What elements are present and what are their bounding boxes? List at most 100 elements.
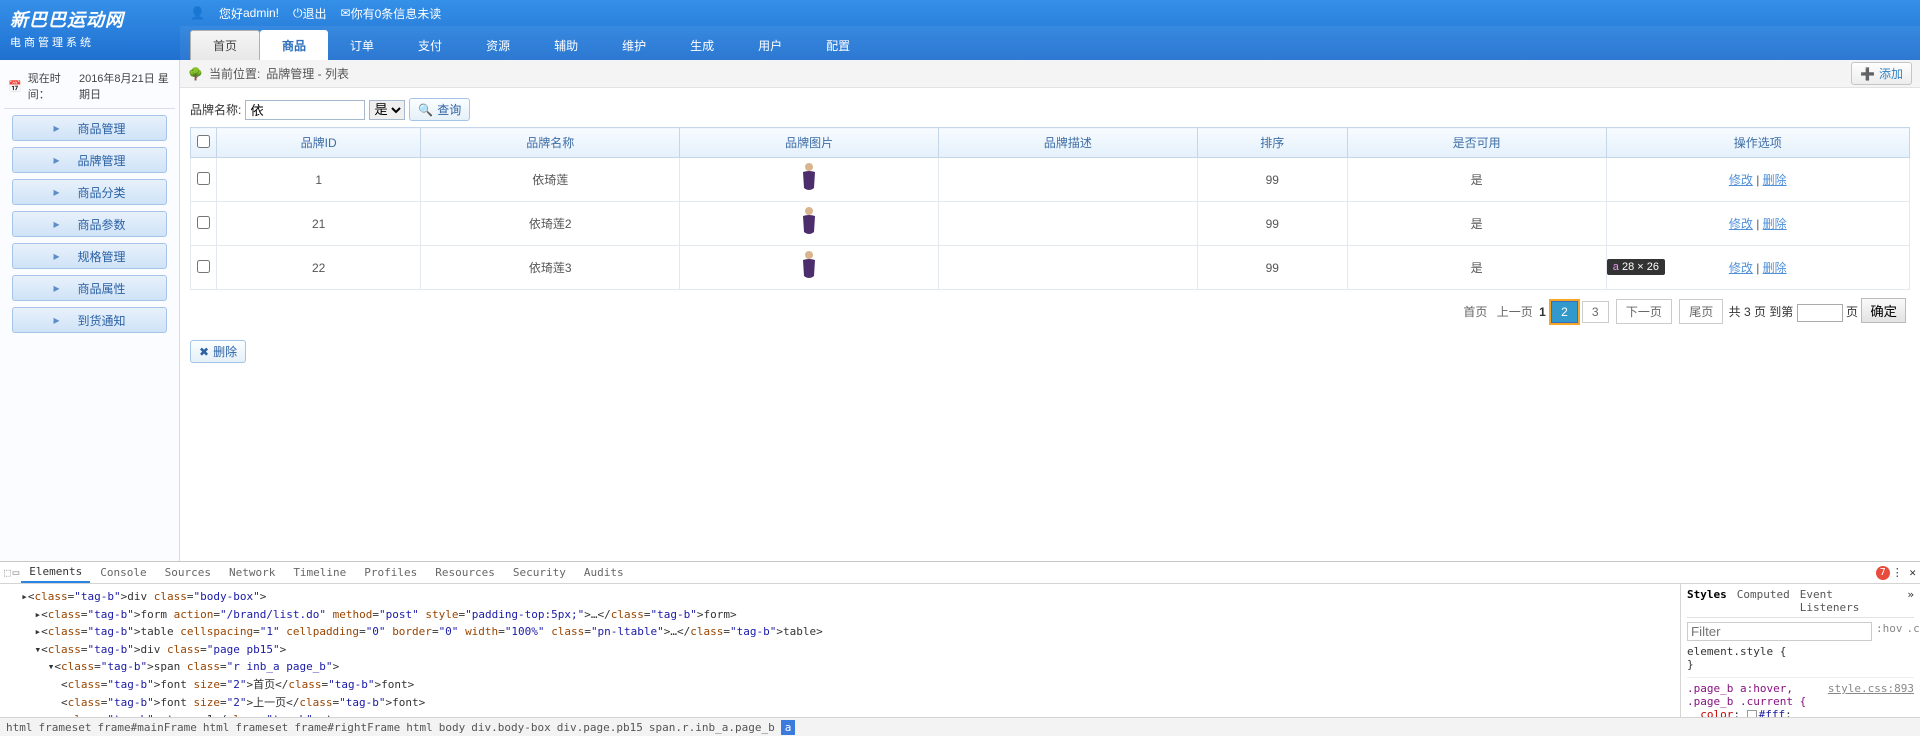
nav-tab-6[interactable]: 维护 bbox=[600, 30, 668, 60]
row-checkbox[interactable] bbox=[197, 216, 210, 229]
tri-icon: ▸ bbox=[53, 249, 59, 263]
bc-node[interactable]: a bbox=[781, 720, 796, 735]
tree-icon: 🌳 bbox=[188, 67, 203, 81]
bc-node[interactable]: html bbox=[6, 721, 33, 734]
cell-usable: 是 bbox=[1347, 158, 1606, 202]
nav-tab-3[interactable]: 支付 bbox=[396, 30, 464, 60]
cell-img bbox=[680, 246, 939, 290]
query-button[interactable]: 🔍 查询 bbox=[409, 98, 470, 121]
cell-desc bbox=[939, 202, 1198, 246]
dom-tree[interactable]: ▸<class="tag-b">div class="body-box"> ▸<… bbox=[0, 584, 1680, 717]
sidebar-item-4[interactable]: ▸规格管理 bbox=[12, 243, 167, 269]
cls-toggle[interactable]: .cls bbox=[1907, 622, 1920, 641]
dt-tab-security[interactable]: Security bbox=[505, 563, 574, 582]
delete-link[interactable]: 删除 bbox=[1763, 261, 1787, 275]
delete-link[interactable]: 删除 bbox=[1763, 217, 1787, 231]
bc-node[interactable]: frame#mainFrame bbox=[97, 721, 196, 734]
css-prop[interactable]: color: #fff; bbox=[1687, 708, 1914, 717]
inspect-icon[interactable]: ⬚ bbox=[4, 566, 11, 579]
dom-line[interactable]: ▸<class="tag-b">form action="/brand/list… bbox=[8, 606, 1672, 624]
tri-icon: ▸ bbox=[53, 313, 59, 327]
bc-node[interactable]: div.body-box bbox=[471, 721, 550, 734]
time-row: 📅 现在时间： 2016年8月21日 星期日 bbox=[4, 64, 175, 109]
select-all-checkbox[interactable] bbox=[197, 135, 210, 148]
nav-tab-4[interactable]: 资源 bbox=[464, 30, 532, 60]
bc-node[interactable]: frameset bbox=[235, 721, 288, 734]
unread-link[interactable]: ✉ 你有0条信息未读 bbox=[341, 5, 442, 22]
dt-tab-sources[interactable]: Sources bbox=[157, 563, 219, 582]
dt-tab-resources[interactable]: Resources bbox=[427, 563, 503, 582]
edit-link[interactable]: 修改 bbox=[1729, 217, 1753, 231]
edit-link[interactable]: 修改 bbox=[1729, 173, 1753, 187]
plus-icon: ➕ bbox=[1860, 67, 1875, 81]
device-icon[interactable]: ▭ bbox=[13, 566, 20, 579]
style-tab-1[interactable]: Computed bbox=[1737, 588, 1790, 614]
dt-tab-audits[interactable]: Audits bbox=[576, 563, 632, 582]
page-goto-input[interactable] bbox=[1797, 304, 1843, 322]
sidebar-item-1[interactable]: ▸品牌管理 bbox=[12, 147, 167, 173]
dt-tab-network[interactable]: Network bbox=[221, 563, 283, 582]
nav-tab-1[interactable]: 商品 bbox=[260, 30, 328, 60]
edit-link[interactable]: 修改 bbox=[1729, 261, 1753, 275]
sidebar-item-2[interactable]: ▸商品分类 bbox=[12, 179, 167, 205]
row-checkbox[interactable] bbox=[197, 260, 210, 273]
dom-line[interactable]: <class="tag-b">font size="2">上一页</class=… bbox=[8, 694, 1672, 712]
sidebar-item-0[interactable]: ▸商品管理 bbox=[12, 115, 167, 141]
sidebar-item-5[interactable]: ▸商品属性 bbox=[12, 275, 167, 301]
bc-node[interactable]: frame#rightFrame bbox=[294, 721, 400, 734]
col-7: 操作选项 bbox=[1606, 128, 1909, 158]
page-first[interactable]: 首页 bbox=[1463, 305, 1487, 319]
nav-tab-2[interactable]: 订单 bbox=[328, 30, 396, 60]
hov-toggle[interactable]: :hov bbox=[1876, 622, 1903, 641]
more-tabs-icon[interactable]: » bbox=[1907, 588, 1914, 614]
style-filter-input[interactable] bbox=[1687, 622, 1872, 641]
nav-tab-5[interactable]: 辅助 bbox=[532, 30, 600, 60]
add-button[interactable]: ➕ 添加 bbox=[1851, 62, 1912, 85]
bc-node[interactable]: html bbox=[203, 721, 230, 734]
dom-line[interactable]: ▸<class="tag-b">div class="body-box"> bbox=[8, 588, 1672, 606]
dt-tab-console[interactable]: Console bbox=[92, 563, 154, 582]
page-prev[interactable]: 上一页 bbox=[1497, 305, 1533, 319]
sidebar-item-6[interactable]: ▸到货通知 bbox=[12, 307, 167, 333]
app-root: 新巴巴运动网 电商管理系统 👤 您好 admin! ⏻ 退出 ✉ 你有0条信息未… bbox=[0, 0, 1920, 736]
cell-desc bbox=[939, 246, 1198, 290]
dom-line[interactable]: ▾<class="tag-b">span class="r inb_a page… bbox=[8, 658, 1672, 676]
page-go-button[interactable]: 确定 bbox=[1861, 298, 1906, 323]
dom-line[interactable]: <class="tag-b">font size="2">首页</class="… bbox=[8, 676, 1672, 694]
dt-menu-icon[interactable]: ⋮ ✕ bbox=[1892, 566, 1916, 579]
col-3: 品牌图片 bbox=[680, 128, 939, 158]
sidebar-item-3[interactable]: ▸商品参数 bbox=[12, 211, 167, 237]
person-icon: 👤 bbox=[190, 6, 205, 20]
dom-line[interactable]: ▾<class="tag-b">div class="page pb15"> bbox=[8, 641, 1672, 659]
row-checkbox[interactable] bbox=[197, 172, 210, 185]
page-2-link[interactable]: 2 bbox=[1551, 301, 1578, 323]
page-3-link[interactable]: 3 bbox=[1582, 301, 1609, 323]
dom-line[interactable]: ▸<class="tag-b">table cellspacing="1" ce… bbox=[8, 623, 1672, 641]
style-tab-2[interactable]: Event Listeners bbox=[1800, 588, 1898, 614]
logout-link[interactable]: ⏻ 退出 bbox=[293, 5, 327, 22]
dt-tab-elements[interactable]: Elements bbox=[21, 562, 90, 583]
style-tab-0[interactable]: Styles bbox=[1687, 588, 1727, 614]
error-count[interactable]: 7 bbox=[1876, 566, 1890, 580]
page-next[interactable]: 下一页 bbox=[1616, 299, 1672, 324]
bc-node[interactable]: body bbox=[439, 721, 466, 734]
cell-sort: 99 bbox=[1197, 158, 1347, 202]
page-last[interactable]: 尾页 bbox=[1679, 299, 1723, 324]
dt-tab-timeline[interactable]: Timeline bbox=[285, 563, 354, 582]
devtools-tabs: ⬚ ▭ ElementsConsoleSourcesNetworkTimelin… bbox=[0, 562, 1920, 584]
left-column: 📅 现在时间： 2016年8月21日 星期日 ▸商品管理 ▸品牌管理 ▸商品分类 ▸商… bbox=[0, 60, 180, 561]
bc-node[interactable]: span.r.inb_a.page_b bbox=[649, 721, 775, 734]
delete-link[interactable]: 删除 bbox=[1763, 173, 1787, 187]
display-select[interactable]: 是 bbox=[369, 100, 405, 120]
nav-tab-9[interactable]: 配置 bbox=[804, 30, 872, 60]
style-source-link[interactable]: style.css:893 bbox=[1828, 682, 1914, 695]
bc-node[interactable]: html bbox=[406, 721, 433, 734]
batch-delete-button[interactable]: ✖ 删除 bbox=[190, 340, 246, 363]
dt-tab-profiles[interactable]: Profiles bbox=[356, 563, 425, 582]
nav-tab-7[interactable]: 生成 bbox=[668, 30, 736, 60]
bc-node[interactable]: frameset bbox=[39, 721, 92, 734]
nav-tab-8[interactable]: 用户 bbox=[736, 30, 804, 60]
bc-node[interactable]: div.page.pb15 bbox=[557, 721, 643, 734]
brand-name-input[interactable] bbox=[245, 100, 365, 120]
nav-tab-0[interactable]: 首页 bbox=[190, 30, 260, 60]
